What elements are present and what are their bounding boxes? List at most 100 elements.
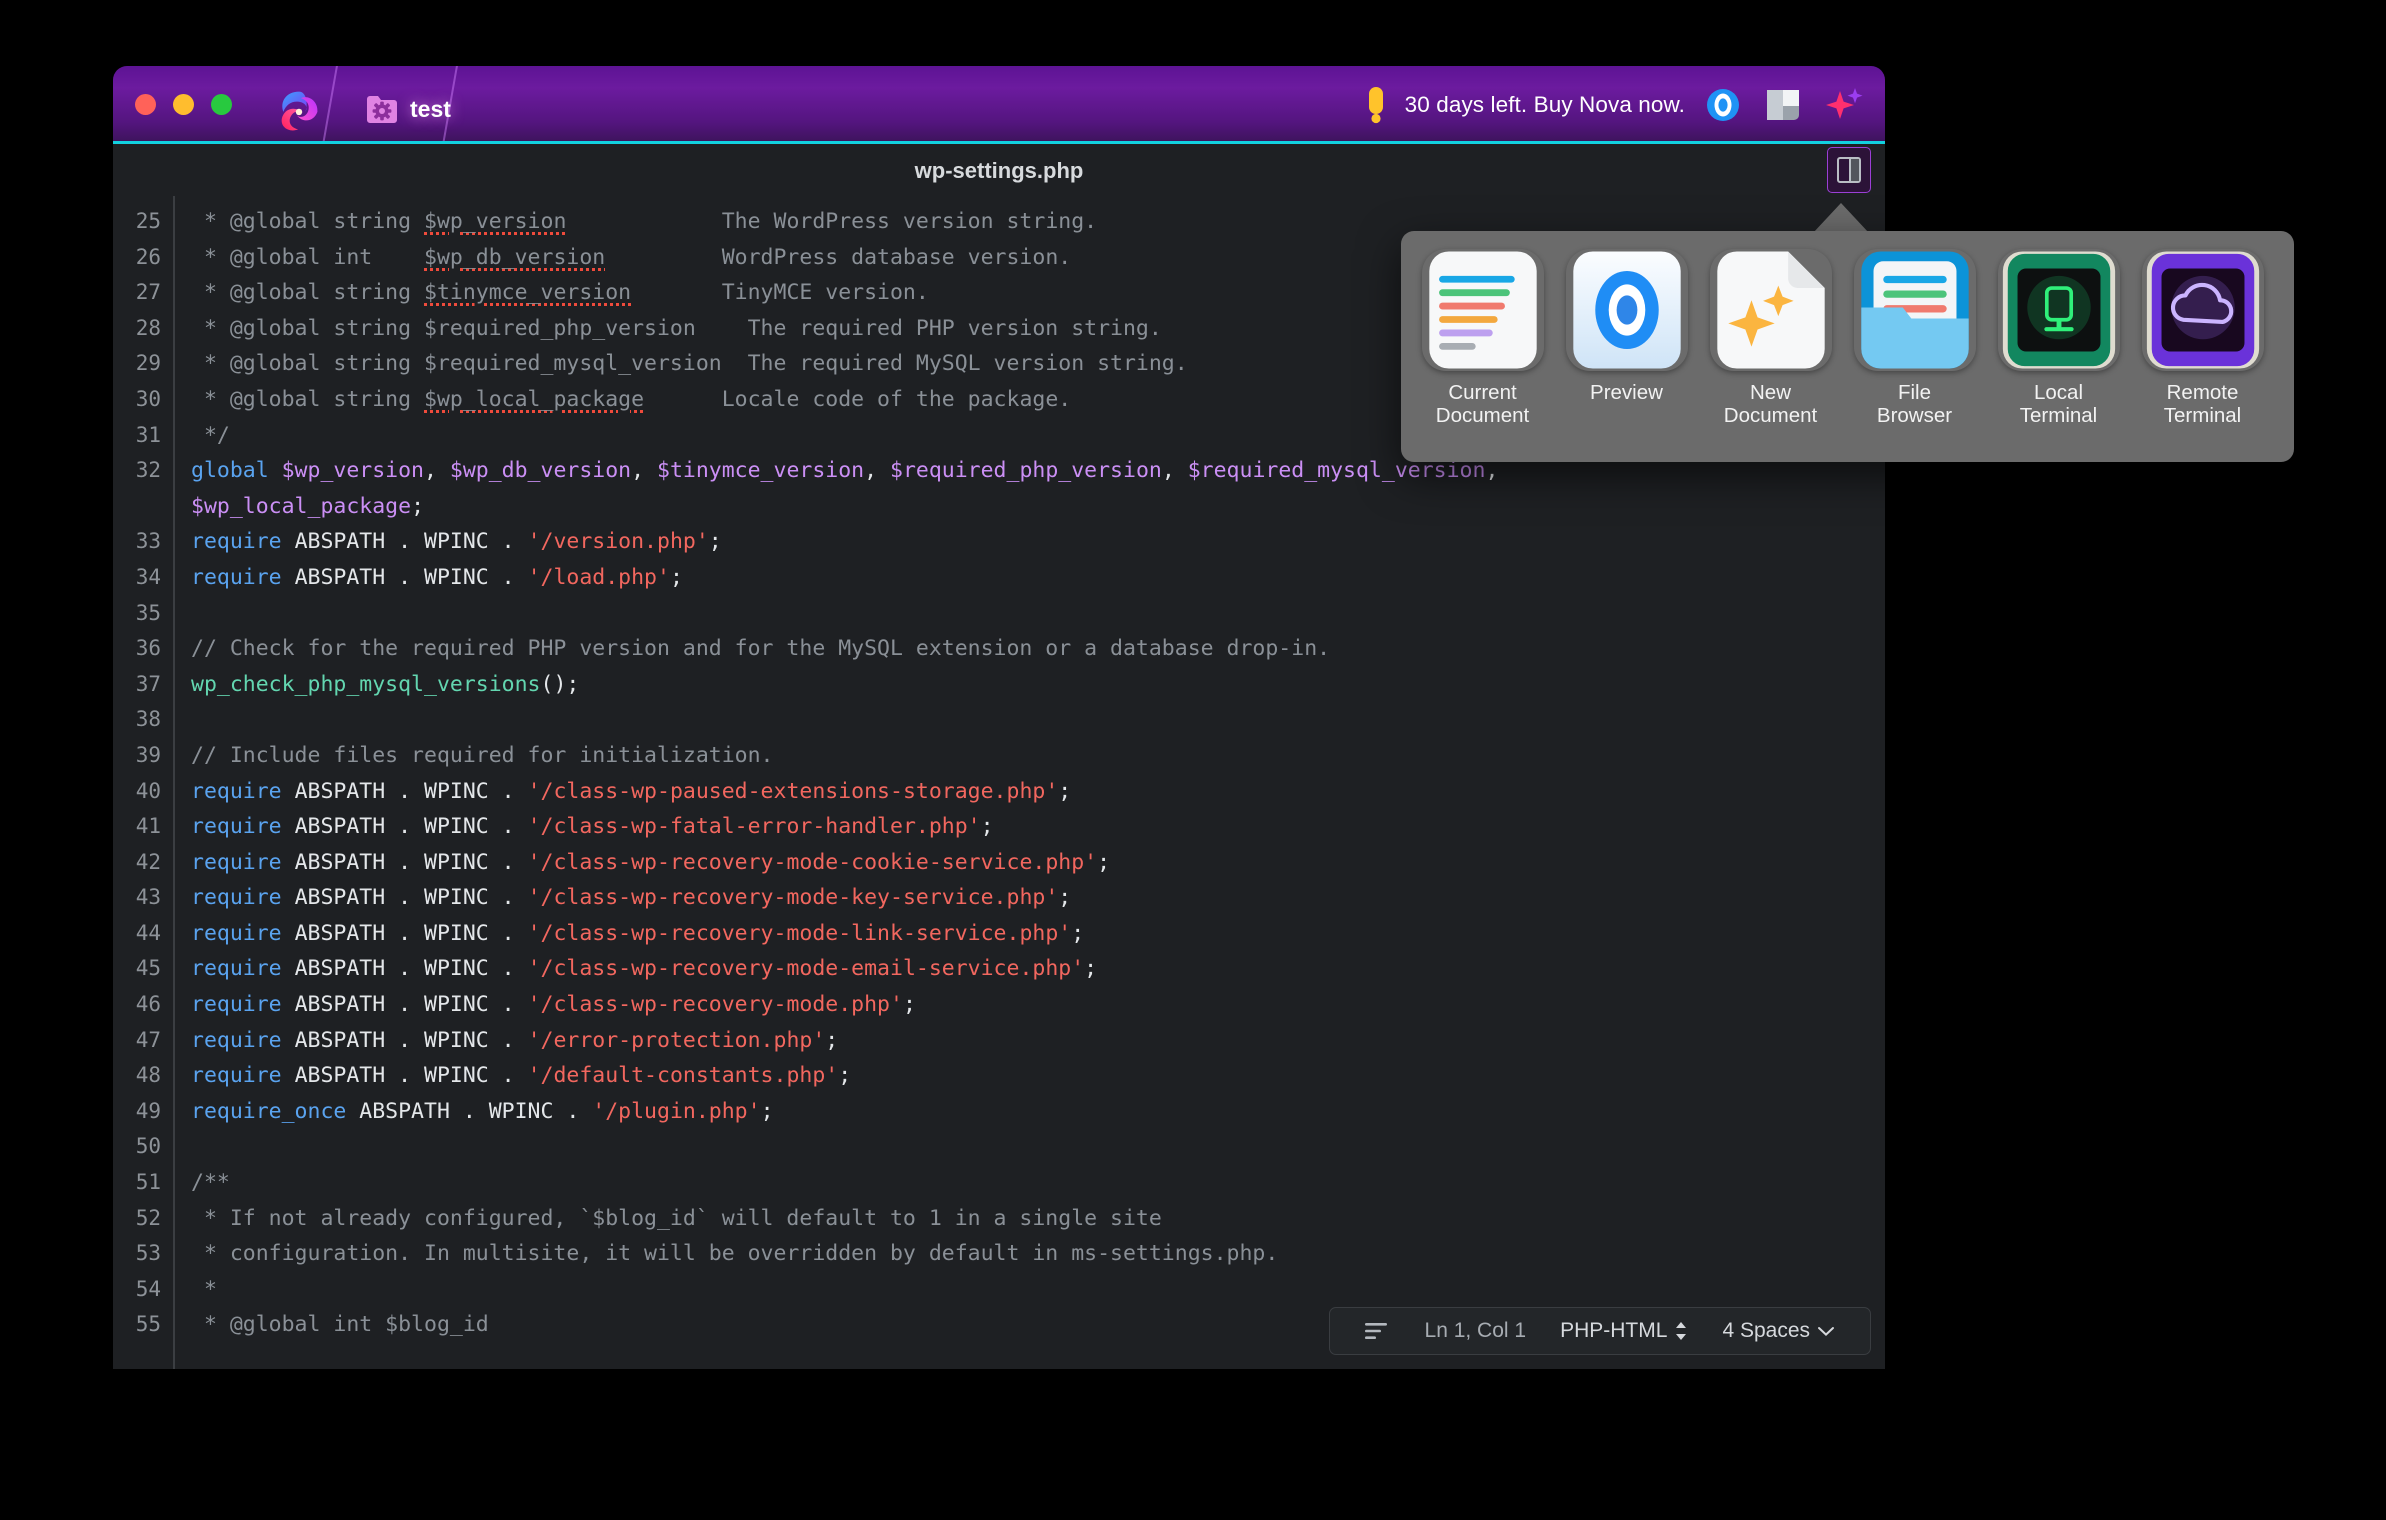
project-tab-test[interactable]: test: [355, 86, 461, 132]
split-view-icon: [1837, 157, 1861, 183]
indent-lines-button[interactable]: [1348, 1322, 1408, 1340]
code-line[interactable]: /**: [191, 1165, 1885, 1201]
document-header: wp-settings.php: [113, 144, 1885, 196]
code-token: require: [191, 814, 295, 840]
code-token: *: [191, 1276, 217, 1302]
nova-app-logo-icon: [281, 91, 318, 131]
code-token: ;: [980, 814, 994, 840]
code-token: * @global int $blog_id: [191, 1312, 489, 1338]
code-token: ABSPATH . WPINC .: [294, 885, 528, 911]
code-token: ABSPATH . WPINC .: [359, 1098, 593, 1124]
code-token: * @global string: [191, 209, 424, 234]
code-token: $wp_version: [281, 458, 424, 484]
code-token: ;: [1097, 849, 1111, 875]
code-token: ,: [1161, 458, 1188, 484]
line-number: 33: [135, 529, 161, 554]
trial-notice[interactable]: 30 days left. Buy Nova now.: [1362, 66, 1685, 144]
line-number: 39: [135, 742, 161, 767]
code-line[interactable]: // Check for the required PHP version an…: [191, 631, 1885, 667]
sidebar-panel-icon[interactable]: [1766, 89, 1800, 121]
code-line[interactable]: require ABSPATH . WPINC . '/class-wp-rec…: [191, 845, 1885, 881]
line-number: 35: [135, 600, 161, 625]
code-token: '/default-constants.php': [527, 1063, 839, 1089]
code-token: require: [191, 1063, 295, 1089]
code-token: // Include files required for initializa…: [191, 742, 774, 768]
line-number: 55: [135, 1312, 161, 1337]
code-token: ;: [1058, 778, 1072, 804]
code-token: $required_php_version: [890, 458, 1162, 484]
line-number-gutter: 25 26 27 28 29 30 31 32 33 34 35 36 37 38 39 40 41 42 43 4…: [113, 196, 175, 1369]
code-token: ;: [669, 564, 683, 590]
popover-item-label: Preview: [1590, 381, 1663, 405]
code-line[interactable]: require ABSPATH . WPINC . '/error-protec…: [191, 1023, 1885, 1059]
line-number: 37: [135, 671, 161, 696]
chevron-down-icon: [1818, 1327, 1834, 1336]
code-token: ABSPATH . WPINC .: [294, 564, 528, 590]
misspelled-token: $wp_local_package: [424, 386, 645, 412]
code-token: ,: [631, 458, 657, 484]
trial-notice-text: 30 days left. Buy Nova now.: [1404, 92, 1685, 117]
code-line[interactable]: wp_check_php_mysql_versions();: [191, 667, 1885, 703]
code-token: '/class-wp-recovery-mode-key-service.php…: [527, 885, 1059, 911]
preview-eye-icon[interactable]: [1705, 87, 1741, 123]
popover-item-remote-terminal[interactable]: Remote Terminal: [2137, 249, 2268, 428]
indentation-selector[interactable]: 4 Spaces: [1705, 1319, 1852, 1343]
code-token: '/class-wp-fatal-error-handler.php': [527, 814, 981, 840]
code-line[interactable]: require ABSPATH . WPINC . '/class-wp-rec…: [191, 987, 1885, 1023]
line-number: 43: [135, 885, 161, 910]
code-line[interactable]: $wp_local_package;: [191, 489, 1885, 525]
code-line[interactable]: require ABSPATH . WPINC . '/class-wp-rec…: [191, 916, 1885, 952]
popover-item-label-line1: Preview: [1590, 381, 1663, 404]
code-line[interactable]: require ABSPATH . WPINC . '/default-cons…: [191, 1058, 1885, 1094]
popover-item-label: Current Document: [1436, 381, 1529, 428]
popover-item-new-document[interactable]: New Document: [1705, 249, 1836, 428]
code-line[interactable]: // Include files required for initializa…: [191, 738, 1885, 774]
traffic-light-buttons[interactable]: [135, 94, 232, 115]
code-line[interactable]: * If not already configured, `$blog_id` …: [191, 1201, 1885, 1237]
code-token: require: [191, 529, 295, 555]
split-view-button[interactable]: [1827, 147, 1871, 193]
misspelled-token: $tinymce_version: [424, 280, 632, 306]
ai-sparkle-icon[interactable]: [1825, 87, 1863, 123]
misspelled-token: $wp_version: [424, 209, 567, 234]
popover-item-preview[interactable]: Preview: [1561, 249, 1692, 405]
code-line[interactable]: [191, 1129, 1885, 1165]
popover-item-label-line1: New: [1749, 381, 1791, 404]
line-number: 29: [135, 351, 161, 376]
local-terminal-icon: [1998, 249, 2120, 371]
code-token: * @global string: [191, 386, 424, 412]
syntax-mode-selector[interactable]: PHP-HTML: [1543, 1319, 1705, 1343]
line-number: 34: [135, 564, 161, 589]
zoom-window-button[interactable]: [211, 94, 232, 115]
code-line[interactable]: require ABSPATH . WPINC . '/class-wp-rec…: [191, 951, 1885, 987]
warning-exclamation-icon: [1368, 87, 1383, 124]
editor-source-popover[interactable]: Current Document Preview New Document File Bro…: [1401, 231, 2294, 462]
code-token: '/version.php': [527, 529, 709, 555]
code-line[interactable]: *: [191, 1272, 1885, 1308]
popover-item-current-document[interactable]: Current Document: [1417, 249, 1548, 428]
popover-item-local-terminal[interactable]: Local Terminal: [1993, 249, 2124, 428]
code-line[interactable]: require ABSPATH . WPINC . '/load.php';: [191, 560, 1885, 596]
code-token: */: [191, 422, 230, 448]
code-line[interactable]: [191, 596, 1885, 632]
code-line[interactable]: * configuration. In multisite, it will b…: [191, 1236, 1885, 1272]
code-token: '/class-wp-paused-extensions-storage.php…: [527, 778, 1059, 804]
code-token: require: [191, 564, 295, 590]
file-browser-folder-icon: [1854, 249, 1976, 371]
popover-item-label-line1: File: [1897, 381, 1932, 404]
code-token: require: [191, 920, 295, 946]
code-token: global: [191, 458, 282, 484]
code-line[interactable]: require_once ABSPATH . WPINC . '/plugin.…: [191, 1094, 1885, 1130]
code-line[interactable]: require ABSPATH . WPINC . '/version.php'…: [191, 524, 1885, 560]
code-line[interactable]: [191, 702, 1885, 738]
code-line[interactable]: require ABSPATH . WPINC . '/class-wp-pau…: [191, 774, 1885, 810]
line-number: 27: [135, 280, 161, 305]
close-window-button[interactable]: [135, 94, 156, 115]
code-token: ABSPATH . WPINC .: [294, 1063, 528, 1089]
popover-item-file-browser[interactable]: File Browser: [1849, 249, 1980, 428]
line-number: 52: [135, 1205, 161, 1230]
code-line[interactable]: require ABSPATH . WPINC . '/class-wp-rec…: [191, 880, 1885, 916]
code-line[interactable]: require ABSPATH . WPINC . '/class-wp-fat…: [191, 809, 1885, 845]
minimize-window-button[interactable]: [173, 94, 194, 115]
new-document-sparkle-icon: [1710, 249, 1832, 371]
